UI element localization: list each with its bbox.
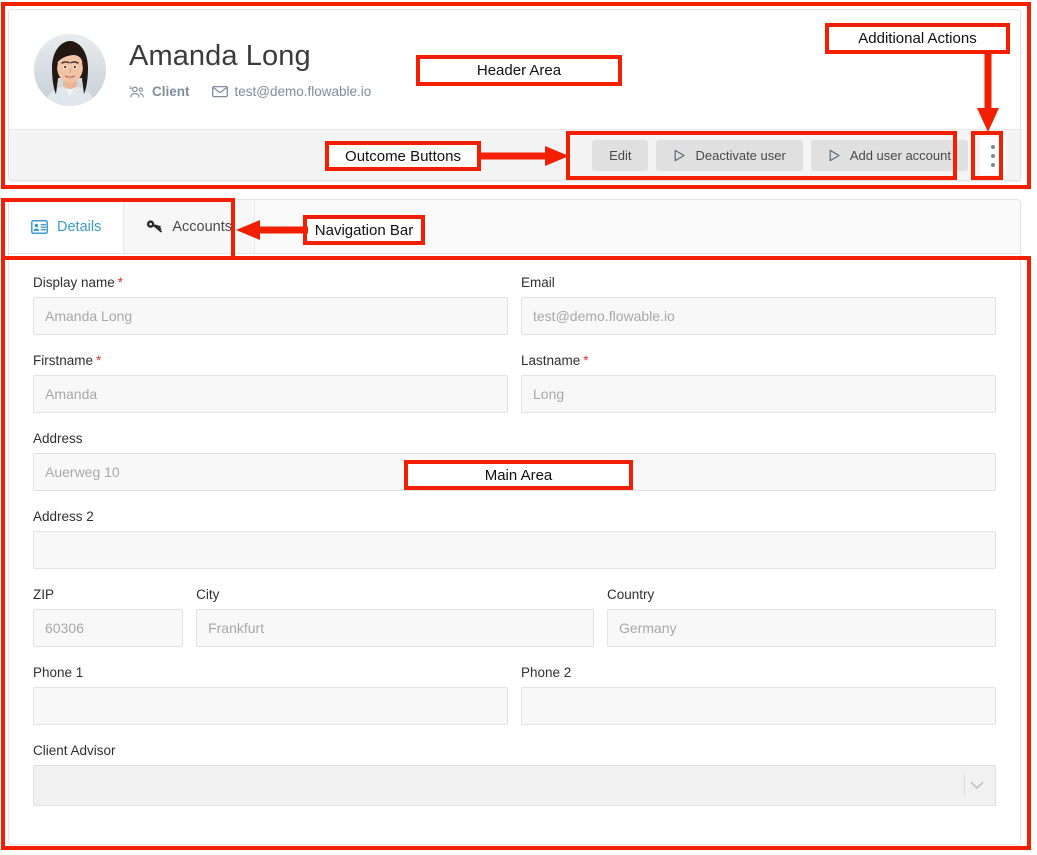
annotation-text: Navigation Bar (315, 222, 413, 239)
field-label: ZIP (33, 587, 183, 602)
edit-button-label: Edit (609, 148, 631, 163)
annotation-label-additional-actions: Additional Actions (825, 23, 1010, 54)
main-area-card: Display name* Amanda Long Email test@dem… (8, 253, 1021, 845)
key-icon (146, 219, 163, 234)
city-input[interactable]: Frankfurt (196, 609, 594, 647)
email-input[interactable]: test@demo.flowable.io (521, 297, 996, 335)
form-row: Client Advisor (33, 743, 996, 806)
tab-details[interactable]: Details (9, 200, 124, 253)
form-row: ZIP 60306 City Frankfurt Country Germany (33, 587, 996, 647)
form-row: Display name* Amanda Long Email test@dem… (33, 275, 996, 335)
edit-button[interactable]: Edit (592, 140, 648, 171)
field-label: Address (33, 431, 996, 446)
annotation-label-main-area: Main Area (404, 460, 633, 490)
client-advisor-select[interactable] (33, 765, 996, 806)
play-triangle-icon (828, 149, 841, 162)
field-client-advisor: Client Advisor (33, 743, 996, 806)
header-text-block: Amanda Long Client (129, 40, 371, 99)
email-label: test@demo.flowable.io (235, 84, 372, 99)
add-user-account-button[interactable]: Add user account (811, 140, 968, 171)
field-label: Phone 2 (521, 665, 996, 680)
deactivate-user-label: Deactivate user (695, 148, 785, 163)
more-vertical-icon[interactable] (980, 137, 1006, 175)
country-input[interactable]: Germany (607, 609, 996, 647)
email-meta: test@demo.flowable.io (212, 84, 372, 99)
phone-2-input[interactable] (521, 687, 996, 725)
annotation-text: Outcome Buttons (345, 148, 461, 165)
address-2-input[interactable] (33, 531, 996, 569)
field-label: Country (607, 587, 996, 602)
field-lastname: Lastname* Long (521, 353, 996, 413)
person-meta: Client test@demo.flowable.io (129, 84, 371, 99)
zip-input[interactable]: 60306 (33, 609, 183, 647)
annotation-text: Main Area (485, 467, 553, 484)
add-user-account-label: Add user account (850, 148, 951, 163)
field-label: Address 2 (33, 509, 996, 524)
envelope-icon (212, 85, 228, 98)
tab-accounts-label: Accounts (172, 219, 232, 235)
id-card-icon (31, 220, 48, 234)
field-label: Client Advisor (33, 743, 996, 758)
form-row: Firstname* Amanda Lastname* Long (33, 353, 996, 413)
field-firstname: Firstname* Amanda (33, 353, 508, 413)
field-zip: ZIP 60306 (33, 587, 183, 647)
field-label: Display name* (33, 275, 508, 290)
annotation-label-navigation-bar: Navigation Bar (303, 215, 425, 245)
tab-details-label: Details (57, 219, 101, 235)
display-name-input[interactable]: Amanda Long (33, 297, 508, 335)
lastname-input[interactable]: Long (521, 375, 996, 413)
annotation-arrow-navigation-bar (236, 218, 308, 242)
field-label: Lastname* (521, 353, 996, 368)
annotation-arrow-additional-actions (975, 52, 1001, 134)
annotation-label-header-area: Header Area (416, 55, 622, 86)
phone-1-input[interactable] (33, 687, 508, 725)
field-country: Country Germany (607, 587, 996, 647)
annotation-arrow-outcome-buttons (479, 144, 571, 168)
field-label: Firstname* (33, 353, 508, 368)
deactivate-user-button[interactable]: Deactivate user (656, 140, 802, 171)
field-city: City Frankfurt (196, 587, 594, 647)
role-meta: Client (129, 84, 190, 99)
chevron-down-icon (970, 781, 984, 790)
field-label: City (196, 587, 594, 602)
play-triangle-icon (673, 149, 686, 162)
required-asterisk: * (96, 353, 101, 368)
page-title: Amanda Long (129, 40, 371, 73)
field-label: Email (521, 275, 996, 290)
form-row: Address 2 (33, 509, 996, 569)
users-group-icon (129, 85, 145, 99)
firstname-input[interactable]: Amanda (33, 375, 508, 413)
navigation-bar: Details Accounts (8, 199, 1021, 253)
role-label: Client (152, 84, 190, 99)
field-display-name: Display name* Amanda Long (33, 275, 508, 335)
field-phone-2: Phone 2 (521, 665, 996, 725)
form-row: Phone 1 Phone 2 (33, 665, 996, 725)
field-label: Phone 1 (33, 665, 508, 680)
required-asterisk: * (583, 353, 588, 368)
annotation-text: Header Area (477, 62, 561, 79)
field-address-2: Address 2 (33, 509, 996, 569)
avatar (34, 34, 106, 106)
annotation-text: Additional Actions (858, 30, 976, 47)
required-asterisk: * (118, 275, 123, 290)
select-divider (964, 774, 965, 797)
annotation-label-outcome-buttons: Outcome Buttons (325, 141, 481, 171)
field-email: Email test@demo.flowable.io (521, 275, 996, 335)
field-phone-1: Phone 1 (33, 665, 508, 725)
